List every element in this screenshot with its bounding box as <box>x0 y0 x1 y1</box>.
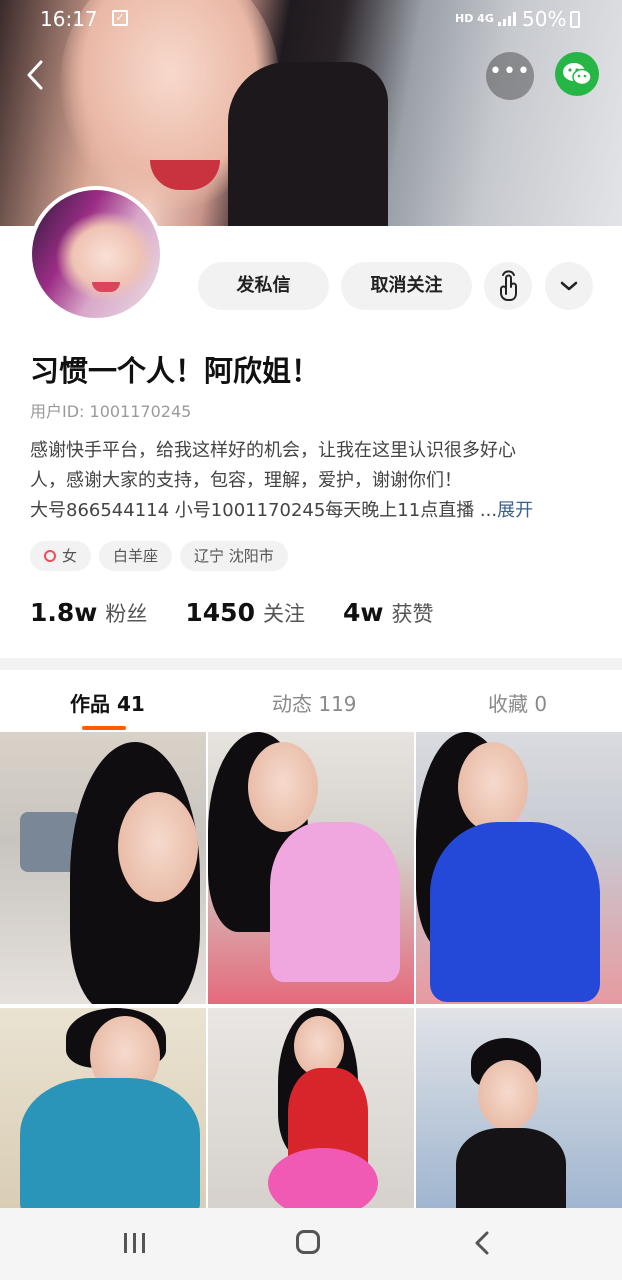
battery-icon <box>570 11 580 28</box>
tag-constellation-label: 白羊座 <box>113 547 159 565</box>
stat-likes-count: 4w <box>342 598 384 627</box>
dress <box>270 822 400 982</box>
stat-likes[interactable]: 4w 获赞 <box>343 598 434 628</box>
avatar[interactable] <box>28 186 164 322</box>
nav-home-icon[interactable] <box>296 1230 320 1254</box>
tab-works[interactable]: 作品 41 <box>70 688 145 717</box>
touch-icon[interactable] <box>484 262 532 310</box>
video-thumbnail[interactable] <box>416 1008 622 1210</box>
system-nav-bar <box>0 1208 622 1280</box>
dress <box>456 1128 566 1210</box>
tag-gender: 女 <box>30 541 92 571</box>
stat-following-label: 关注 <box>262 602 305 626</box>
status-network: HD 4G <box>455 12 494 25</box>
bio-expand-link[interactable]: 展开 <box>497 500 533 521</box>
face <box>248 742 318 832</box>
bio-line: 大号866544114 小号1001170245每天晚上11点直播 ...展开 <box>30 496 610 526</box>
face <box>478 1060 538 1130</box>
stat-fans-label: 粉丝 <box>105 602 148 626</box>
gender-female-icon <box>44 550 56 562</box>
profile-stats: 1.8w 粉丝 1450 关注 4w 获赞 <box>30 598 433 628</box>
status-time: 16:17 <box>40 7 98 31</box>
stat-following-count: 1450 <box>185 598 255 627</box>
wechat-icon[interactable] <box>555 52 599 96</box>
stat-following[interactable]: 1450 关注 <box>185 598 305 628</box>
video-thumbnail[interactable] <box>0 1008 206 1210</box>
tag-location[interactable]: 辽宁 沈阳市 <box>180 541 288 571</box>
face <box>458 742 528 832</box>
content-tabs: 作品 41 动态 119 收藏 0 <box>0 670 622 732</box>
dress <box>430 822 600 1002</box>
profile-tags: 女 白羊座 辽宁 沈阳市 <box>30 541 288 571</box>
stat-likes-label: 获赞 <box>391 602 434 626</box>
bio-line-text: 大号866544114 小号1001170245每天晚上11点直播 ... <box>30 500 498 521</box>
tag-location-label: 辽宁 沈阳市 <box>194 547 274 565</box>
bio-line: 人，感谢大家的支持，包容，理解，爱护，谢谢你们！ <box>30 470 462 491</box>
video-thumbnail[interactable] <box>416 732 622 1004</box>
stat-fans-count: 1.8w <box>30 598 98 627</box>
user-id: 用户ID: 1001170245 <box>30 402 192 421</box>
dress <box>20 1078 200 1210</box>
status-bar: 16:17 ✓ HD 4G 50% <box>0 0 622 38</box>
bio-line: 感谢快手平台，给我这样好的机会，让我在这里认识很多好心 <box>30 440 516 461</box>
check-icon: ✓ <box>112 10 128 26</box>
tab-moments[interactable]: 动态 119 <box>272 688 357 717</box>
bio: 感谢快手平台，给我这样好的机会，让我在这里认识很多好心 人，感谢大家的支持，包容… <box>30 436 610 526</box>
back-icon[interactable] <box>12 52 58 98</box>
tag-constellation: 白羊座 <box>99 541 173 571</box>
cover-shirt <box>228 62 388 228</box>
tab-favorites[interactable]: 收藏 0 <box>488 688 547 717</box>
tag-gender-label: 女 <box>62 547 78 565</box>
chevron-down-icon[interactable] <box>545 262 593 310</box>
avatar-lips <box>92 282 120 292</box>
signal-icon <box>498 12 516 26</box>
battery-percent: 50% <box>522 7 567 31</box>
works-grid <box>0 732 622 1210</box>
stat-fans[interactable]: 1.8w 粉丝 <box>30 598 147 628</box>
nav-recent-icon[interactable] <box>122 1232 148 1254</box>
nickname: 习惯一个人！阿欣姐！ <box>30 354 321 388</box>
face <box>294 1016 344 1076</box>
face <box>118 792 198 902</box>
unfollow-button[interactable]: 取消关注 <box>341 262 472 310</box>
tab-active-indicator <box>82 726 126 730</box>
skirt <box>268 1148 378 1210</box>
video-thumbnail[interactable] <box>0 732 206 1004</box>
nav-back-icon[interactable] <box>470 1230 494 1256</box>
more-icon[interactable]: ••• <box>486 52 534 100</box>
video-thumbnail[interactable] <box>208 1008 414 1210</box>
send-message-button[interactable]: 发私信 <box>198 262 329 310</box>
video-thumbnail[interactable] <box>208 732 414 1004</box>
section-divider <box>0 658 622 670</box>
